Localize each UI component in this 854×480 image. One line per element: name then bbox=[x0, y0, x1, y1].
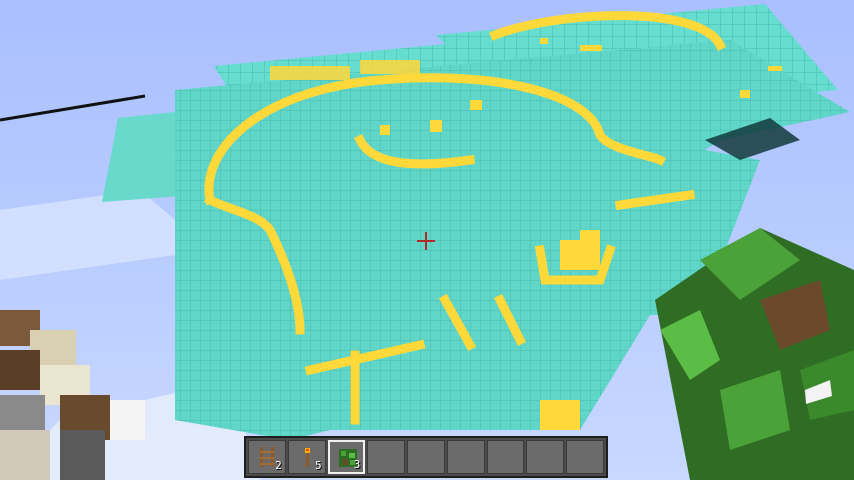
crosshair-icon bbox=[417, 232, 435, 250]
hotbar[interactable]: 2 5 3 bbox=[244, 436, 608, 478]
hotbar-slot-1[interactable]: 2 bbox=[248, 440, 286, 474]
hotbar-slot-4[interactable] bbox=[367, 440, 406, 474]
slot-count: 3 bbox=[353, 458, 361, 471]
hotbar-slot-3-selected[interactable]: 3 bbox=[327, 440, 366, 474]
hotbar-slot-7[interactable] bbox=[486, 440, 525, 474]
hotbar-slot-9[interactable] bbox=[566, 440, 605, 474]
slot-count: 2 bbox=[275, 459, 282, 472]
hotbar-slot-2[interactable]: 5 bbox=[287, 440, 326, 474]
slot-count: 5 bbox=[314, 459, 322, 472]
hotbar-slot-6[interactable] bbox=[446, 440, 485, 474]
hotbar-slot-5[interactable] bbox=[407, 440, 445, 474]
hotbar-slot-8[interactable] bbox=[526, 440, 565, 474]
